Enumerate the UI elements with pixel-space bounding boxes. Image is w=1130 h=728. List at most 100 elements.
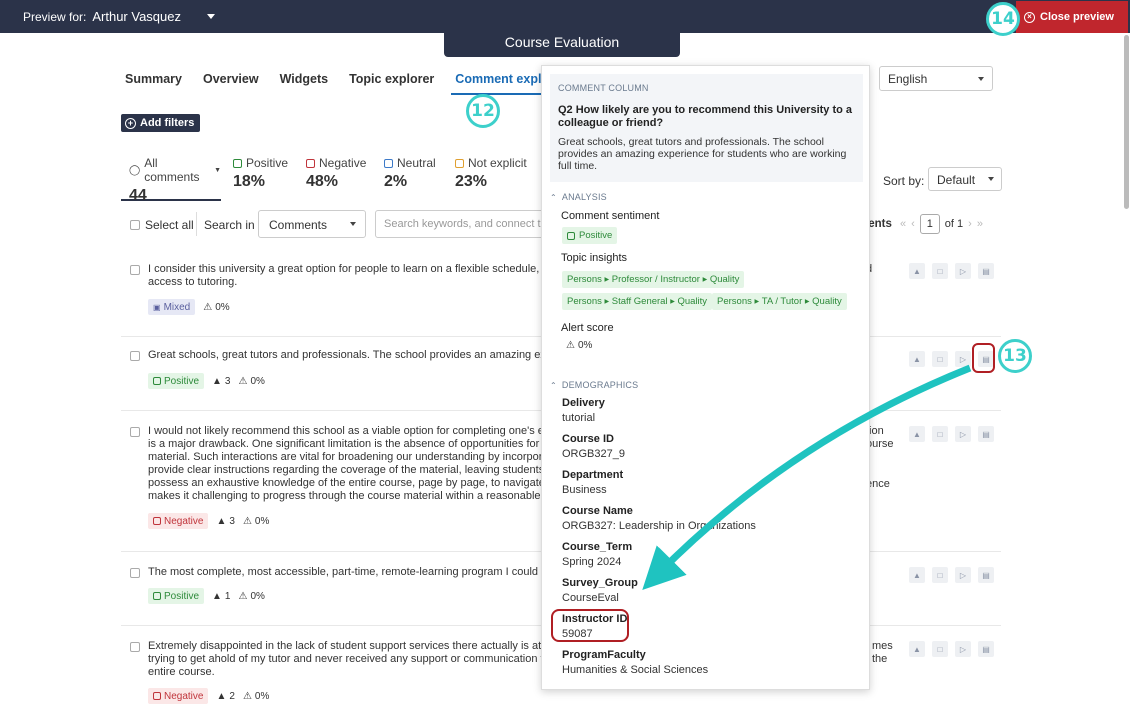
comment-tags: Negative ▲ 3 ⚠ 0%: [148, 513, 269, 529]
pin-icon[interactable]: ▲: [909, 426, 925, 442]
pin-icon[interactable]: ▲: [909, 567, 925, 583]
comment-icon: ◯: [129, 164, 141, 176]
alert-score: ⚠ 0%: [238, 591, 264, 602]
negative-icon: [306, 158, 315, 168]
caret-right-icon: ▶: [804, 299, 810, 305]
sentiment-label: Positive: [164, 590, 200, 602]
filter-not-explicit[interactable]: Not explicit 23%: [455, 156, 527, 191]
preview-for-label: Preview for:: [23, 9, 87, 24]
analysis-caption: ANALYSIS: [561, 192, 607, 202]
demographics-section-toggle[interactable]: ⌃ DEMOGRAPHICS: [550, 380, 638, 390]
search-scope-select[interactable]: Comments: [258, 210, 366, 238]
question-text: Q2 How likely are you to recommend this …: [558, 104, 853, 129]
select-all-checkbox[interactable]: [130, 220, 140, 230]
alert-score: ⚠ 0%: [243, 691, 269, 702]
users-icon: ▲: [216, 690, 227, 702]
positive-icon: [567, 231, 575, 240]
tab-overview[interactable]: Overview: [203, 72, 259, 95]
demographics-caption: DEMOGRAPHICS: [561, 380, 639, 390]
last-page-icon[interactable]: »: [977, 218, 983, 230]
comment-icon[interactable]: □: [932, 567, 948, 583]
user-count-value: 2: [229, 690, 235, 702]
demographic-label: Course ID: [562, 433, 614, 445]
language-select[interactable]: English: [879, 66, 993, 91]
row-checkbox[interactable]: [130, 427, 140, 437]
document-icon[interactable]: ▤: [978, 263, 994, 279]
page-input[interactable]: 1: [919, 214, 940, 234]
document-icon[interactable]: ▤: [978, 641, 994, 657]
megaphone-icon[interactable]: ▷: [955, 263, 971, 279]
megaphone-icon[interactable]: ▷: [955, 426, 971, 442]
analysis-section-toggle[interactable]: ⌃ ANALYSIS: [550, 192, 607, 202]
comment-sentiment-label: Comment sentiment: [561, 210, 660, 222]
filter-all-comments[interactable]: ◯ All comments ▼ 44: [121, 156, 221, 204]
row-checkbox[interactable]: [130, 642, 140, 652]
preview-for-selector[interactable]: Preview for: Arthur Vasquez: [23, 9, 181, 24]
row-checkbox[interactable]: [130, 351, 140, 361]
sentiment-label: Mixed: [163, 301, 191, 313]
mixed-icon: ▣: [153, 302, 161, 312]
comment-line: Great schools, great tutors and professi…: [148, 349, 548, 361]
sort-select[interactable]: Default: [928, 167, 1002, 191]
comment-line: trying to get ahold of my tutor and neve…: [148, 653, 548, 665]
alert-value: 0%: [250, 590, 265, 602]
insight-part: Persons: [717, 296, 752, 307]
filter-positive[interactable]: Positive 18%: [233, 156, 288, 191]
pin-icon[interactable]: ▲: [909, 351, 925, 367]
comment-text: The most complete, most accessible, part…: [148, 566, 548, 579]
search-input[interactable]: Search keywords, and connect them: [375, 210, 550, 238]
megaphone-icon[interactable]: ▷: [955, 641, 971, 657]
pagination: « ‹ 1 of 1 › »: [900, 214, 983, 234]
topic-insight-tag[interactable]: Persons ▶ Staff General ▶ Quality: [562, 293, 713, 310]
filter-negative[interactable]: Negative 48%: [306, 156, 366, 191]
comment-column-caption: COMMENT COLUMN: [558, 83, 649, 93]
comment-icon[interactable]: □: [932, 426, 948, 442]
add-filters-button[interactable]: + Add filters: [121, 114, 201, 132]
alert-value: 0%: [254, 690, 270, 702]
pin-icon[interactable]: ▲: [909, 263, 925, 279]
row-checkbox[interactable]: [130, 568, 140, 578]
close-preview-button[interactable]: × Close preview: [1016, 1, 1128, 33]
tab-widgets[interactable]: Widgets: [280, 72, 329, 95]
comment-icon[interactable]: □: [932, 641, 948, 657]
alert-score: ⚠ 0%: [238, 376, 264, 387]
tab-summary[interactable]: Summary: [125, 72, 182, 95]
user-count: ▲ 3: [216, 516, 234, 527]
comment-tags: Positive ▲ 3 ⚠ 0%: [148, 373, 265, 389]
megaphone-icon[interactable]: ▷: [955, 351, 971, 367]
chevron-up-icon: ⌃: [550, 192, 557, 202]
sort-by-label: Sort by:: [883, 174, 925, 188]
next-page-icon[interactable]: ›: [968, 218, 972, 230]
demographic-label: Delivery: [562, 397, 605, 409]
demographic-value: ORGB327: Leadership in Organizations: [562, 520, 756, 532]
neutral-icon: [384, 158, 393, 168]
filter-neutral[interactable]: Neutral 2%: [384, 156, 436, 191]
megaphone-icon[interactable]: ▷: [955, 567, 971, 583]
insight-part: Quality: [709, 274, 740, 285]
divider: [196, 212, 197, 236]
comment-text-overflow: the: [872, 653, 888, 665]
row-checkbox[interactable]: [130, 265, 140, 275]
prev-page-icon[interactable]: ‹: [911, 218, 915, 230]
sentiment-badge: Negative: [148, 688, 209, 704]
scrollbar[interactable]: [1124, 35, 1129, 209]
comment-icon[interactable]: □: [932, 263, 948, 279]
comment-line: The most complete, most accessible, part…: [148, 566, 548, 578]
insight-part: Persons: [567, 296, 602, 307]
document-icon[interactable]: ▤: [978, 426, 994, 442]
chevron-down-icon: [988, 177, 994, 181]
insight-part: Quality: [677, 296, 708, 307]
pin-icon[interactable]: ▲: [909, 641, 925, 657]
row-actions: ▲ □ ▷ ▤: [909, 567, 994, 583]
filter-label: Not explicit: [468, 156, 527, 170]
comment-icon[interactable]: □: [932, 351, 948, 367]
document-icon[interactable]: ▤: [978, 567, 994, 583]
topic-insight-tag[interactable]: Persons ▶ TA / Tutor ▶ Quality: [712, 293, 847, 310]
chevron-down-icon[interactable]: [207, 14, 215, 19]
first-page-icon[interactable]: «: [900, 218, 906, 230]
close-icon: ×: [1024, 11, 1035, 23]
tab-topic-explorer[interactable]: Topic explorer: [349, 72, 434, 95]
course-evaluation-tab[interactable]: Course Evaluation: [444, 27, 680, 57]
topic-insight-tag[interactable]: Persons ▶ Professor / Instructor ▶ Quali…: [562, 271, 745, 288]
select-all[interactable]: Select all: [130, 218, 194, 232]
